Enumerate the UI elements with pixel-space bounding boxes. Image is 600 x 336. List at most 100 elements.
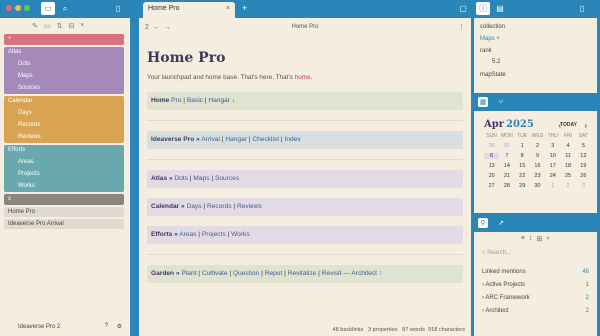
search-icon[interactable]: ⌕ xyxy=(58,2,72,15)
calendar-day[interactable]: 8 xyxy=(515,153,530,159)
today-button[interactable]: TODAY xyxy=(560,122,577,128)
calendar-day[interactable]: 11 xyxy=(560,153,575,159)
help-icon[interactable]: ? xyxy=(105,323,108,329)
close-all-icon[interactable]: × xyxy=(80,22,84,34)
sidebar-subfolder[interactable]: Dots xyxy=(4,58,124,70)
folder-label[interactable]: + xyxy=(4,34,124,45)
callout-link[interactable]: Dots xyxy=(174,175,188,182)
sort-results-icon[interactable]: ↕ xyxy=(529,235,533,246)
sidebar-subfolder[interactable]: Areas xyxy=(4,156,124,168)
callout-link[interactable]: Revisit — Architect ↑ xyxy=(322,270,382,277)
callout-lead[interactable]: Garden » xyxy=(151,270,180,277)
calendar-day[interactable]: 19 xyxy=(576,163,591,169)
folder-label[interactable]: Atlas xyxy=(4,47,124,58)
calendar-day[interactable]: 28 xyxy=(499,183,514,189)
callout-lead[interactable]: Ideaverse Pro » xyxy=(151,136,200,143)
folder-3[interactable]: Efforts Areas Projects Works xyxy=(4,145,124,192)
mention-item[interactable]: › ARC Framework 2 xyxy=(474,292,597,305)
new-tab-button[interactable]: + xyxy=(242,3,247,13)
calendar-day[interactable]: 10 xyxy=(545,153,560,159)
backlinks-icon[interactable]: ⚲ xyxy=(478,218,488,228)
callout-link[interactable]: Works xyxy=(231,231,250,238)
callout-lead[interactable]: Atlas » xyxy=(151,175,173,182)
collapse-icon[interactable]: ⊟ xyxy=(68,22,74,34)
file-item[interactable]: Home Pro xyxy=(4,207,124,217)
show-context-icon[interactable]: ⊞ xyxy=(536,235,542,246)
settings-icon[interactable]: ⚙ xyxy=(117,323,122,330)
calendar-day[interactable]: 29 xyxy=(515,183,530,189)
mention-item[interactable]: › Active Projects 1 xyxy=(474,279,597,292)
close-window-button[interactable] xyxy=(6,5,12,11)
calendar-day[interactable]: 30 xyxy=(530,183,545,189)
calendar-day[interactable]: 24 xyxy=(545,173,560,179)
callout-lead[interactable]: Efforts » xyxy=(151,231,178,238)
calendar-day[interactable]: 31 xyxy=(499,143,514,149)
calendar-icon[interactable]: ▦ xyxy=(478,97,488,107)
folder-label[interactable]: Calendar xyxy=(4,96,124,107)
calendar-day[interactable]: 5 xyxy=(576,143,591,149)
property-rank-value[interactable]: 5.2 xyxy=(480,59,591,72)
calendar-day[interactable]: 1 xyxy=(545,183,560,189)
sidebar-toggle-icon[interactable]: ▯ xyxy=(111,2,125,15)
calendar-day[interactable]: 16 xyxy=(530,163,545,169)
vault-switcher[interactable]: Ideaverse Pro 2 ? ⚙ xyxy=(0,320,130,336)
maximize-window-button[interactable] xyxy=(24,5,30,11)
layout-icon[interactable]: ▢ xyxy=(456,2,470,15)
sidebar-subfolder[interactable]: Reviews xyxy=(4,131,124,143)
tab-close-icon[interactable]: × xyxy=(226,5,230,12)
calendar-day[interactable]: 23 xyxy=(530,173,545,179)
callout-link[interactable]: Pro xyxy=(171,97,181,104)
sidebar-subfolder[interactable]: Works xyxy=(4,180,124,192)
callout-link[interactable]: Reviews xyxy=(237,203,262,210)
callout-link[interactable]: Days xyxy=(187,203,202,210)
folder-4[interactable]: x xyxy=(4,194,124,205)
callout-link[interactable]: Arrival xyxy=(201,136,220,143)
sidebar-subfolder[interactable]: Records xyxy=(4,119,124,131)
callout-link[interactable]: Basic xyxy=(187,97,203,104)
callout-link[interactable]: Plant xyxy=(181,270,196,277)
calendar-day[interactable]: 15 xyxy=(515,163,530,169)
tab-home-pro[interactable]: Home Pro × xyxy=(143,2,235,18)
calendar-day[interactable]: 27 xyxy=(484,183,499,189)
callout-link[interactable]: Areas xyxy=(179,231,196,238)
calendar-day[interactable]: 25 xyxy=(560,173,575,179)
calendar-day[interactable]: 1 xyxy=(515,143,530,149)
calendar-day[interactable]: 4 xyxy=(560,143,575,149)
sidebar-subfolder[interactable]: Maps xyxy=(4,70,124,82)
folder-label[interactable]: Efforts xyxy=(4,145,124,156)
folder-0[interactable]: + xyxy=(4,34,124,45)
calendar-day[interactable]: 13 xyxy=(484,163,499,169)
calendar-day[interactable]: 12 xyxy=(576,153,591,159)
calendar-day[interactable]: 7 xyxy=(499,153,514,159)
sidebar-subfolder[interactable]: Projects xyxy=(4,168,124,180)
callout-link[interactable]: Question xyxy=(233,270,259,277)
toolbox-icon[interactable]: ▤ xyxy=(493,2,507,15)
backlinks-count[interactable]: 48 backlinks xyxy=(332,327,363,333)
callout-link[interactable]: Checklist xyxy=(252,136,279,143)
callout-lead[interactable]: Home xyxy=(151,97,169,104)
outgoing-links-icon[interactable]: ↗ xyxy=(496,218,506,228)
collapse-results-icon[interactable]: ≡ xyxy=(521,235,525,246)
callout-link[interactable]: Cultivate xyxy=(202,270,228,277)
info-icon[interactable]: ⓘ xyxy=(476,2,490,15)
folder-icon[interactable]: ▭ xyxy=(41,2,55,15)
folder-1[interactable]: Atlas Dots Maps Sources xyxy=(4,47,124,94)
calendar-day[interactable]: 22 xyxy=(515,173,530,179)
callout-link[interactable]: Repot xyxy=(265,270,283,277)
calendar-day[interactable]: 18 xyxy=(560,163,575,169)
callout-link[interactable]: Hangar ↓ xyxy=(208,97,235,104)
right-sidebar-toggle-icon[interactable]: ▯ xyxy=(575,2,589,15)
calendar-day[interactable]: 3 xyxy=(576,183,591,189)
calendar-day[interactable]: 21 xyxy=(499,173,514,179)
file-item[interactable]: Ideaverse Pro Arrival xyxy=(4,219,124,229)
callout-link[interactable]: Sources xyxy=(215,175,239,182)
callout-link[interactable]: Revitalize xyxy=(288,270,317,277)
graph-icon[interactable]: ⑂ xyxy=(496,97,506,107)
new-folder-icon[interactable]: ▭ xyxy=(44,22,51,34)
calendar-day[interactable]: 26 xyxy=(576,173,591,179)
callout-link[interactable]: Maps xyxy=(193,175,209,182)
mention-item[interactable]: › Architect 2 xyxy=(474,305,597,318)
search-filter-icon[interactable]: ⌕ xyxy=(546,235,550,246)
calendar-day[interactable]: 14 xyxy=(499,163,514,169)
calendar-day[interactable]: 20 xyxy=(484,173,499,179)
